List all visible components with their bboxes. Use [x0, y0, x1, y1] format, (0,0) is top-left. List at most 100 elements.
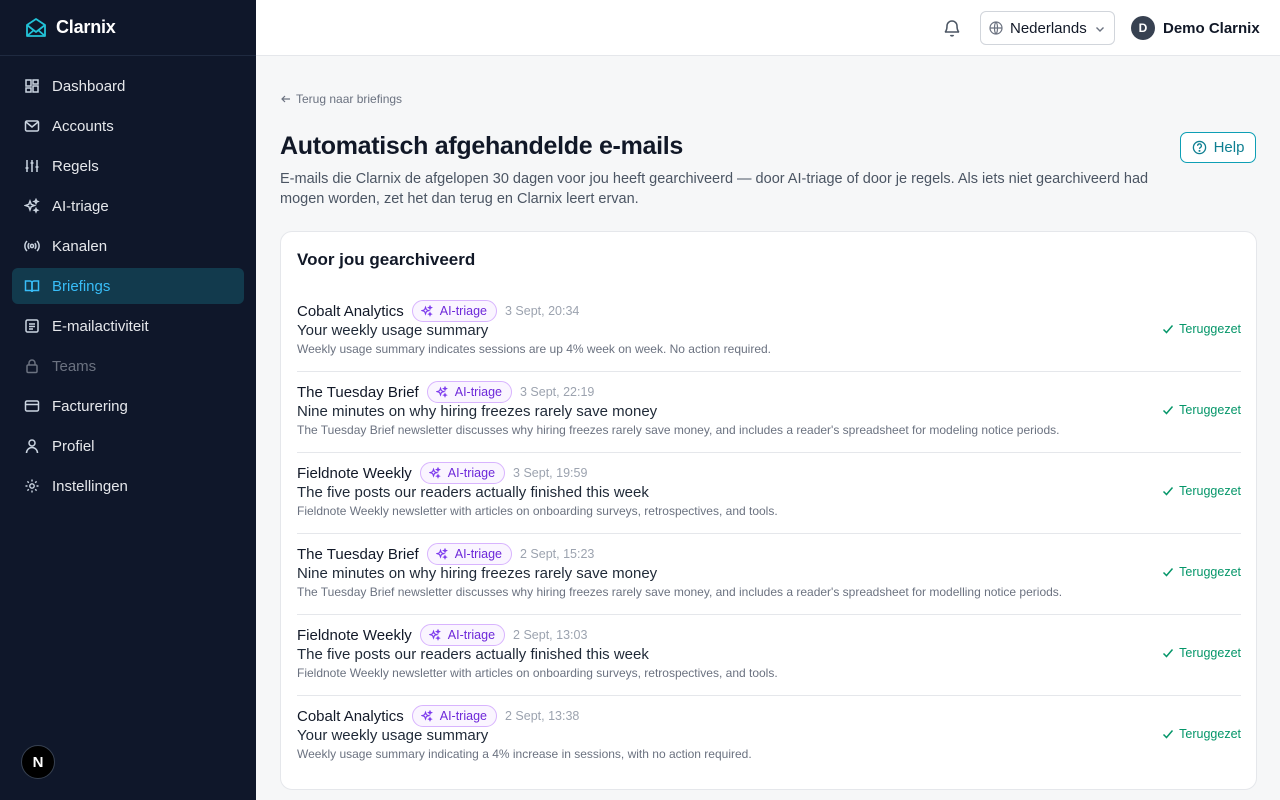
check-icon [1162, 728, 1174, 740]
email-row[interactable]: Cobalt Analytics AI-triage 3 Sept, 20:34… [297, 291, 1241, 372]
language-value: Nederlands [1010, 19, 1087, 37]
check-icon [1162, 566, 1174, 578]
check-icon [1162, 404, 1174, 416]
user-name: Demo Clarnix [1163, 19, 1260, 37]
sidebar-item-label: AI-triage [52, 197, 109, 215]
sidebar-item-dashboard[interactable]: Dashboard [12, 68, 244, 104]
check-icon [1162, 323, 1174, 335]
sidebar-item-regels[interactable]: Regels [12, 148, 244, 184]
sidebar-nav: Dashboard Accounts Regels AI-triage Kana… [0, 56, 256, 520]
brand[interactable]: Clarnix [0, 0, 256, 56]
email-row[interactable]: Fieldnote Weekly AI-triage 3 Sept, 19:59… [297, 453, 1241, 534]
user-menu[interactable]: D Demo Clarnix [1131, 16, 1260, 40]
sparkles-icon [420, 709, 433, 722]
bell-icon[interactable] [942, 18, 962, 38]
email-row[interactable]: The Tuesday Brief AI-triage 2 Sept, 15:2… [297, 534, 1241, 615]
badge-label: AI-triage [447, 466, 496, 480]
sidebar-item-instellingen[interactable]: Instellingen [12, 468, 244, 504]
sliders-icon [24, 158, 40, 174]
email-sender: Fieldnote Weekly [297, 626, 412, 644]
help-button[interactable]: Help [1180, 132, 1256, 163]
sidebar-item-accounts[interactable]: Accounts [12, 108, 244, 144]
restored-status-label: Teruggezet [1179, 565, 1241, 579]
restored-status-label: Teruggezet [1179, 484, 1241, 498]
workspace-avatar[interactable]: N [21, 745, 55, 779]
email-timestamp: 3 Sept, 20:34 [504, 304, 580, 318]
sidebar-item-label: E-mailactiviteit [52, 317, 149, 335]
credit-card-icon [24, 398, 40, 414]
email-row[interactable]: Fieldnote Weekly AI-triage 2 Sept, 13:03… [297, 615, 1241, 696]
restored-status: Teruggezet [1162, 484, 1241, 498]
help-button-label: Help [1213, 139, 1245, 156]
sidebar-item-label: Regels [52, 157, 99, 175]
restored-status: Teruggezet [1162, 322, 1241, 336]
restored-status: Teruggezet [1162, 403, 1241, 417]
email-timestamp: 2 Sept, 13:03 [513, 628, 588, 642]
email-summary: The Tuesday Brief newsletter discusses w… [297, 585, 1063, 599]
sidebar-item-label: Briefings [52, 277, 111, 295]
sidebar-item-label: Dashboard [52, 77, 126, 95]
sparkles-icon [420, 304, 433, 317]
ai-triage-badge: AI-triage [426, 543, 512, 565]
ai-triage-badge: AI-triage [419, 462, 506, 484]
email-summary: Weekly usage summary indicating a 4% inc… [297, 747, 752, 761]
restored-status: Teruggezet [1162, 565, 1241, 579]
email-row[interactable]: The Tuesday Brief AI-triage 3 Sept, 22:1… [297, 372, 1241, 453]
restored-status-label: Teruggezet [1179, 646, 1241, 660]
email-subject: Your weekly usage summary [297, 322, 489, 339]
badge-label: AI-triage [454, 385, 502, 399]
sidebar-item-kanalen[interactable]: Kanalen [12, 228, 244, 264]
topbar: Nederlands D Demo Clarnix [256, 0, 1280, 56]
email-sender: Cobalt Analytics [297, 707, 404, 725]
gear-icon [24, 478, 40, 494]
sidebar-item-label: Accounts [52, 117, 114, 135]
sidebar-item-label: Profiel [52, 437, 95, 455]
envelope-logo-icon [24, 16, 48, 40]
sparkles-icon [24, 198, 40, 214]
back-link[interactable]: Terug naar briefings [280, 92, 402, 106]
email-summary: Fieldnote Weekly newsletter with article… [297, 666, 778, 680]
email-sender: The Tuesday Brief [297, 383, 419, 401]
broadcast-icon [24, 238, 40, 254]
mail-icon [24, 118, 40, 134]
email-subject: Your weekly usage summary [297, 727, 489, 744]
sparkles-icon [428, 628, 441, 641]
avatar: D [1131, 16, 1155, 40]
email-summary: The Tuesday Brief newsletter discusses w… [297, 423, 1060, 437]
restored-status: Teruggezet [1162, 646, 1241, 660]
email-row-header: The Tuesday Brief AI-triage 2 Sept, 15:2… [297, 543, 594, 565]
ai-triage-badge: AI-triage [411, 705, 497, 727]
sidebar-item-briefings[interactable]: Briefings [12, 268, 244, 304]
sidebar: Clarnix Dashboard Accounts Regels AI-tri… [0, 0, 256, 800]
activity-list-icon [24, 318, 40, 334]
sidebar-item-profiel[interactable]: Profiel [12, 428, 244, 464]
brand-name: Clarnix [56, 17, 116, 37]
badge-label: AI-triage [439, 304, 487, 318]
check-icon [1162, 485, 1174, 497]
restored-status: Teruggezet [1162, 727, 1241, 741]
badge-label: AI-triage [447, 628, 496, 642]
email-row[interactable]: Cobalt Analytics AI-triage 2 Sept, 13:38… [297, 696, 1241, 777]
ai-triage-badge: AI-triage [419, 624, 506, 646]
email-timestamp: 2 Sept, 13:38 [504, 709, 580, 723]
email-summary: Weekly usage summary indicates sessions … [297, 342, 772, 356]
sidebar-item-ai-triage[interactable]: AI-triage [12, 188, 244, 224]
back-link-label: Terug naar briefings [296, 92, 403, 106]
sparkles-icon [435, 547, 448, 560]
language-select[interactable]: Nederlands [980, 11, 1115, 45]
sparkles-icon [435, 385, 448, 398]
email-sender: Fieldnote Weekly [297, 464, 412, 482]
restored-status-label: Teruggezet [1179, 322, 1241, 336]
arrow-left-icon [280, 93, 292, 105]
email-row-header: Fieldnote Weekly AI-triage 3 Sept, 19:59 [297, 462, 587, 484]
globe-icon [989, 21, 1003, 35]
sidebar-item-e-mailactiviteit[interactable]: E-mailactiviteit [12, 308, 244, 344]
sidebar-item-facturering[interactable]: Facturering [12, 388, 244, 424]
email-subject: Nine minutes on why hiring freezes rarel… [297, 403, 658, 420]
help-circle-icon [1192, 140, 1207, 155]
book-open-icon [24, 278, 40, 294]
archived-email-list: Cobalt Analytics AI-triage 3 Sept, 20:34… [297, 291, 1241, 777]
email-subject: The five posts our readers actually fini… [297, 646, 649, 663]
lock-icon [24, 358, 40, 374]
page-title: Automatisch afgehandelde e-mails [280, 132, 683, 160]
